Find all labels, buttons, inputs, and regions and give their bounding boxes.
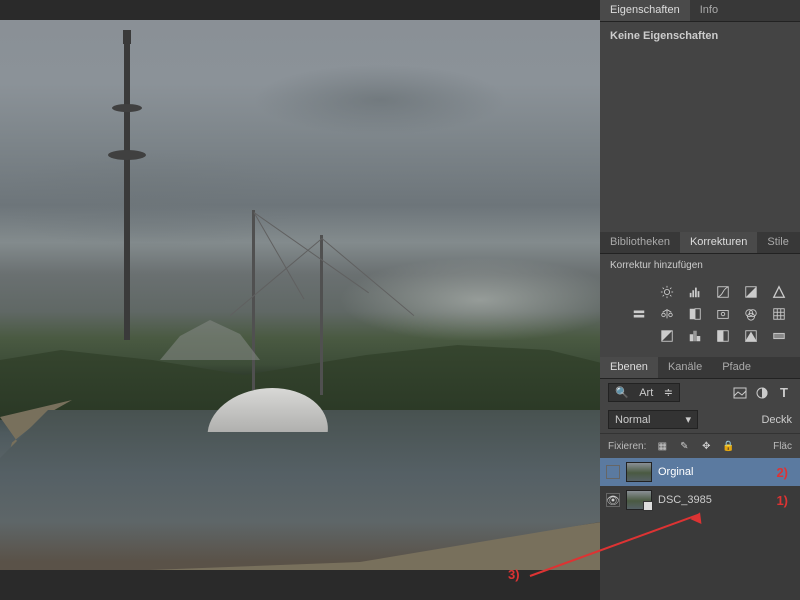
layer-thumbnail[interactable]	[626, 462, 652, 482]
adjustments-label: Korrektur hinzufügen	[600, 254, 800, 277]
channel-mixer-icon[interactable]	[742, 306, 760, 322]
layer-name: Orginal	[658, 466, 693, 478]
properties-tabs: Eigenschaften Info	[600, 0, 800, 22]
layers-tabs: Ebenen Kanäle Pfade	[600, 357, 800, 379]
vibrance-icon[interactable]	[770, 284, 788, 300]
tab-channels[interactable]: Kanäle	[658, 357, 712, 378]
gradient-map-icon[interactable]	[770, 328, 788, 344]
layers-list: Orginal 2) 👁 DSC_3985 1)	[600, 458, 800, 514]
tab-layers[interactable]: Ebenen	[600, 357, 658, 378]
lock-paint-icon[interactable]: ✎	[676, 438, 692, 454]
blend-mode-dropdown[interactable]: Normal▾	[608, 410, 698, 429]
blend-mode-value: Normal	[615, 414, 650, 426]
lock-label: Fixieren:	[608, 441, 646, 452]
filter-image-icon[interactable]	[732, 385, 748, 401]
threshold-icon[interactable]	[714, 328, 732, 344]
photo-filter-icon[interactable]	[714, 306, 732, 322]
exposure-icon[interactable]	[742, 284, 760, 300]
adjustments-tabs: Bibliotheken Korrekturen Stile	[600, 232, 800, 254]
annotation-1: 1)	[776, 493, 788, 508]
tab-properties[interactable]: Eigenschaften	[600, 0, 690, 21]
layer-row[interactable]: Orginal 2)	[600, 458, 800, 486]
tower-disc	[112, 104, 142, 112]
color-lookup-icon[interactable]	[770, 306, 788, 322]
document-image	[0, 20, 600, 550]
eye-icon: 👁	[606, 494, 620, 507]
layers-panel-body: 🔍Art≑ T Normal▾ Deckk Fixieren: ▦ ✎ ✥ 🔒 …	[600, 379, 800, 514]
tab-info[interactable]: Info	[690, 0, 728, 21]
filter-adjust-icon[interactable]	[754, 385, 770, 401]
tab-adjustments[interactable]: Korrekturen	[680, 232, 757, 253]
opacity-label: Deckk	[761, 414, 792, 426]
tab-paths[interactable]: Pfade	[712, 357, 761, 378]
layer-thumbnail[interactable]	[626, 490, 652, 510]
filter-type-icon[interactable]: T	[776, 385, 792, 401]
tab-libraries[interactable]: Bibliotheken	[600, 232, 680, 253]
visibility-toggle[interactable]	[606, 465, 620, 479]
selective-color-icon[interactable]	[742, 328, 760, 344]
layer-filter-label: Art	[639, 387, 653, 399]
layer-filter-dropdown[interactable]: 🔍Art≑	[608, 383, 680, 402]
hue-icon[interactable]	[630, 306, 648, 322]
mast	[252, 210, 255, 390]
lock-move-icon[interactable]: ✥	[698, 438, 714, 454]
balance-icon[interactable]	[658, 306, 676, 322]
properties-empty-text: Keine Eigenschaften	[610, 30, 790, 42]
bw-icon[interactable]	[686, 306, 704, 322]
tower	[124, 40, 130, 340]
layer-row[interactable]: 👁 DSC_3985 1)	[600, 486, 800, 514]
annotation-3: 3)	[508, 567, 520, 582]
annotation-2: 2)	[776, 465, 788, 480]
layer-name: DSC_3985	[658, 494, 712, 506]
lock-all-icon[interactable]: 🔒	[720, 438, 736, 454]
curves-icon[interactable]	[714, 284, 732, 300]
tower-disc	[108, 150, 146, 160]
lock-pixels-icon[interactable]: ▦	[654, 438, 670, 454]
posterize-icon[interactable]	[686, 328, 704, 344]
levels-icon[interactable]	[686, 284, 704, 300]
canvas-area[interactable]	[0, 20, 600, 550]
fill-label: Fläc	[773, 441, 792, 452]
brightness-icon[interactable]	[658, 284, 676, 300]
invert-icon[interactable]	[658, 328, 676, 344]
properties-panel-body: Keine Eigenschaften	[600, 22, 800, 232]
tower-top	[123, 30, 131, 44]
tab-styles[interactable]: Stile	[757, 232, 798, 253]
right-panel-stack: Eigenschaften Info Keine Eigenschaften B…	[600, 0, 800, 600]
visibility-toggle[interactable]: 👁	[606, 493, 620, 507]
adjustments-grid	[600, 277, 800, 357]
